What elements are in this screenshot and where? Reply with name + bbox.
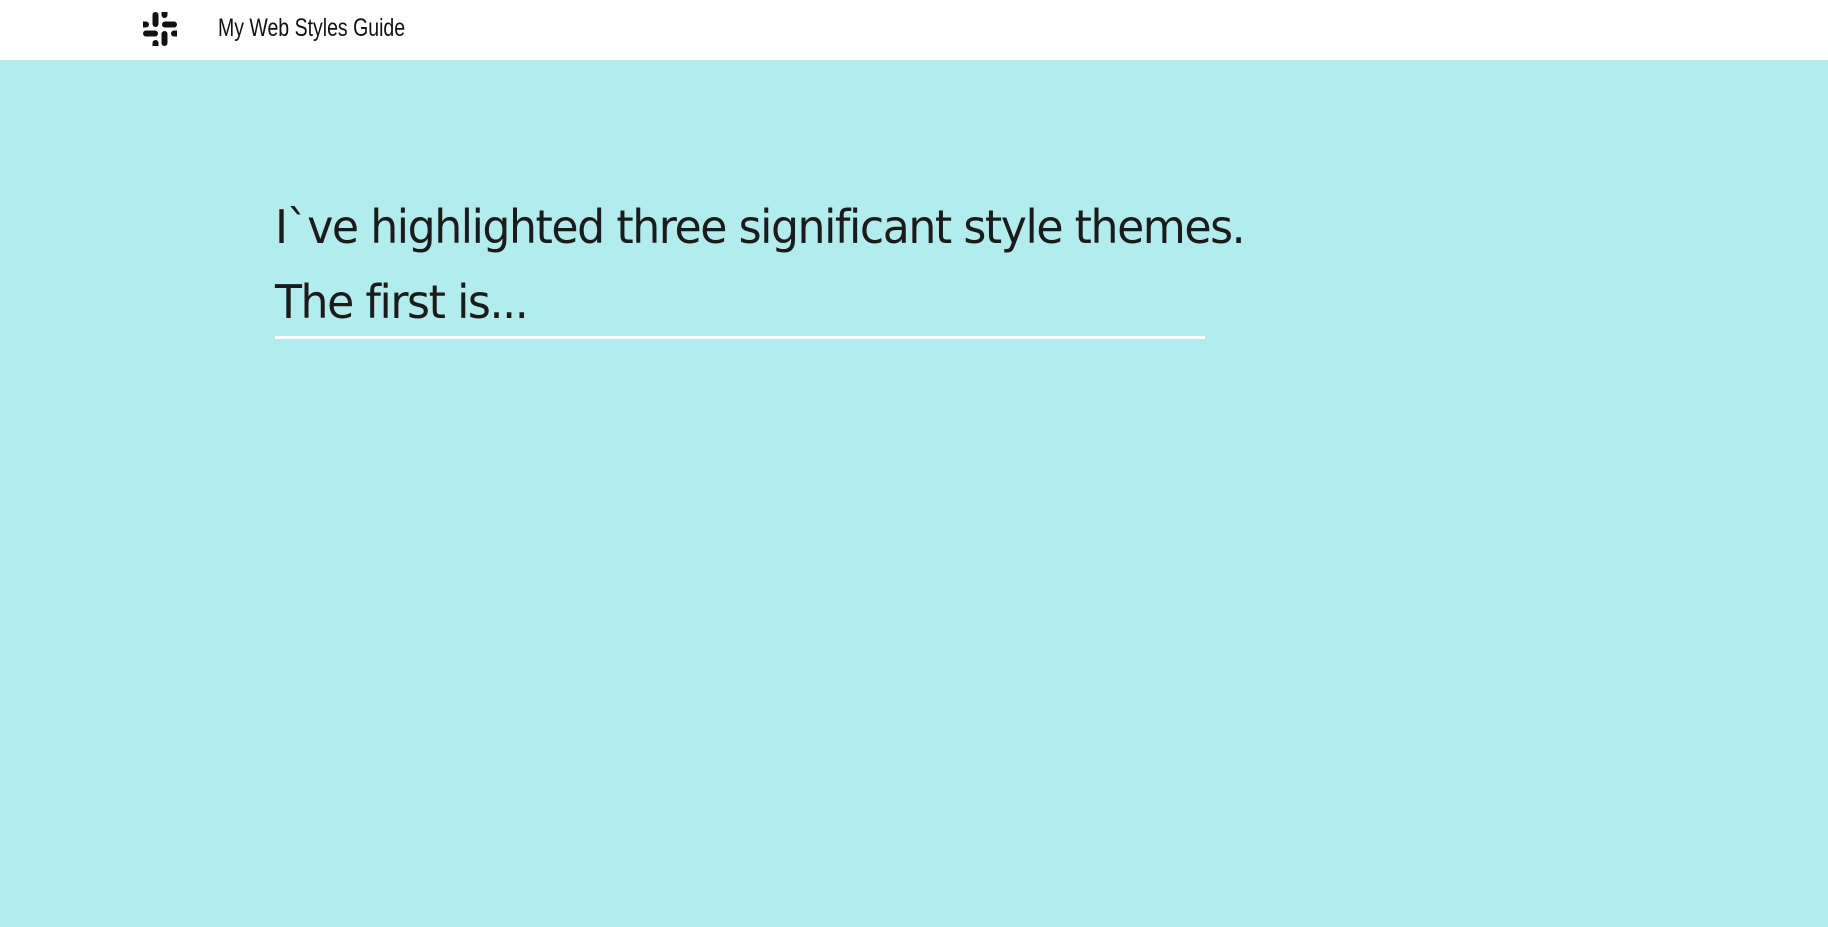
intro-divider bbox=[275, 336, 1205, 339]
slack-logo-icon[interactable] bbox=[143, 12, 177, 46]
intro-line-2: The first is... bbox=[275, 275, 529, 329]
intro-line-1: I`ve highlighted three significant style… bbox=[275, 200, 1246, 254]
site-title[interactable]: My Web Styles Guide bbox=[218, 10, 405, 46]
site-header: My Web Styles Guide bbox=[0, 0, 1828, 60]
intro-text: I`ve highlighted three significant style… bbox=[275, 190, 1246, 340]
